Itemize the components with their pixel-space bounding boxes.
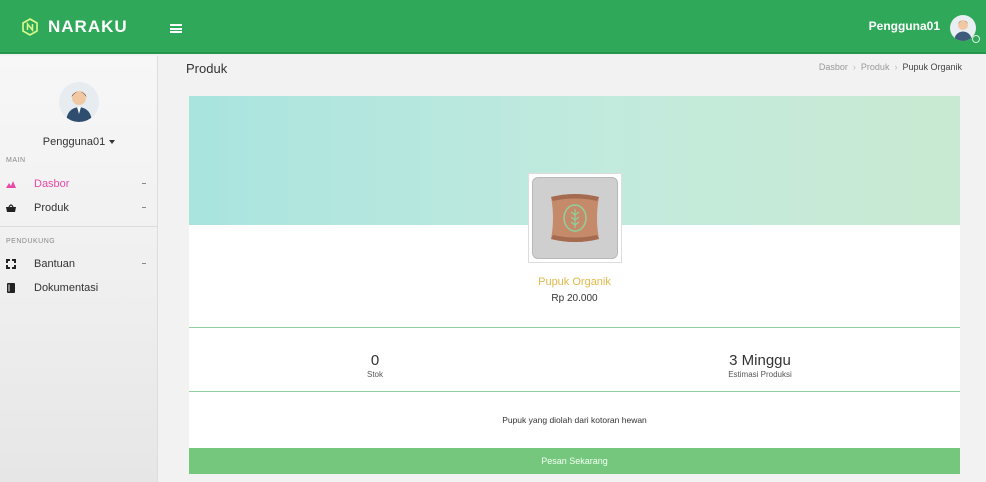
section-label-pendukung: PENDUKUNG [6, 238, 56, 245]
sidebar-item-bantuan[interactable]: Bantuan [0, 254, 158, 274]
sidebar-item-label: Dokumentasi [34, 282, 99, 294]
caret-down-icon [109, 140, 116, 145]
sidebar-avatar [59, 82, 99, 122]
expand-icon [6, 259, 16, 269]
sidebar-username: Pengguna01 [42, 136, 106, 148]
estimate-label: Estimasi Produksi [728, 370, 792, 379]
product-price: Rp 20.000 [551, 293, 598, 304]
online-status-dot [972, 35, 980, 43]
naraku-logo-icon [22, 18, 38, 36]
sidebar-item-dasbor[interactable]: Dasbor [0, 174, 158, 194]
brand-name: NARAKU [48, 17, 128, 36]
sidebar-item-label: Dasbor [34, 178, 70, 190]
book-icon [7, 283, 15, 293]
product-description: Pupuk yang diolah dari kotoran hewan [502, 415, 647, 425]
breadcrumb-item-produk[interactable]: Produk [861, 62, 890, 72]
sidebar-username-dropdown[interactable]: Pengguna01 [0, 136, 158, 148]
product-name: Pupuk Organik [538, 276, 611, 288]
stock-value: 0 [370, 352, 380, 369]
brand[interactable]: NARAKU [0, 0, 160, 54]
divider [189, 391, 960, 392]
section-label-main: MAIN [6, 157, 26, 164]
divider [189, 327, 960, 328]
minus-icon [142, 263, 146, 264]
minus-icon [142, 207, 146, 208]
sidebar-item-produk[interactable]: Produk [0, 198, 158, 218]
minus-icon [142, 183, 146, 184]
product-card: Pupuk Organik Rp 20.000 0 Stok 3 Minggu … [189, 96, 960, 474]
fertilizer-sack-icon [532, 177, 618, 259]
page-title: Produk [186, 61, 228, 76]
stock-label: Stok [366, 370, 383, 379]
breadcrumb: Dasbor › Produk › Pupuk Organik [819, 62, 962, 72]
estimate-value: 3 Minggu [729, 352, 791, 369]
chevron-right-icon: › [852, 62, 856, 72]
chevron-right-icon: › [894, 62, 898, 72]
sidebar: Pengguna01 MAIN Dasbor Produk PENDUKUNG … [0, 56, 158, 482]
sidebar-divider [0, 226, 157, 227]
breadcrumb-item-current: Pupuk Organik [902, 62, 962, 72]
stock-stat: 0 Stok [275, 352, 475, 379]
sidebar-item-label: Bantuan [34, 258, 75, 270]
product-image-frame [528, 173, 622, 263]
top-navbar: NARAKU Pengguna01 [0, 0, 986, 54]
breadcrumb-item-dasbor[interactable]: Dasbor [819, 62, 848, 72]
sidebar-item-label: Produk [34, 202, 69, 214]
basket-icon [6, 204, 16, 212]
hamburger-icon[interactable] [170, 24, 182, 33]
order-now-button[interactable]: Pesan Sekarang [189, 448, 960, 474]
dashboard-icon [6, 181, 16, 188]
estimate-stat: 3 Minggu Estimasi Produksi [660, 352, 860, 379]
sidebar-item-dokumentasi[interactable]: Dokumentasi [0, 278, 158, 298]
top-username[interactable]: Pengguna01 [869, 19, 940, 33]
